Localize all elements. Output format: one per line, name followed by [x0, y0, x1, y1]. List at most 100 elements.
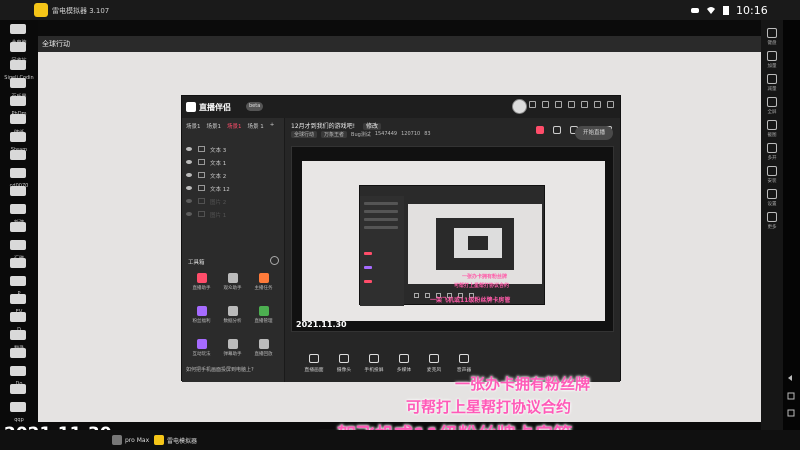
- nested-preview-3: [454, 228, 502, 258]
- source-item[interactable]: 文本 12: [186, 183, 281, 196]
- live-preview: 一张办卡拥有粉丝牌 可帮打上星帮打协议合约 一架飞机或11级粉丝牌卡房管 202…: [291, 146, 614, 332]
- taskbar-item[interactable]: pro Max: [112, 434, 149, 446]
- app-window-title: 全球行动: [42, 40, 70, 48]
- source-name: 图片 1: [210, 213, 227, 219]
- nested-left-panel: [360, 196, 404, 306]
- nested-window-3: [468, 236, 488, 250]
- clock: 10:16: [736, 3, 768, 17]
- desktop-file-icon: [10, 348, 26, 358]
- sidebar-item-multi-instance[interactable]: 多开: [761, 141, 783, 165]
- source-item[interactable]: 文本 3: [186, 144, 281, 157]
- minimize-icon[interactable]: [581, 101, 588, 108]
- menu-icon[interactable]: [568, 101, 575, 108]
- task-icon: [259, 273, 269, 283]
- desktop-file-icon: [10, 114, 26, 124]
- close-icon[interactable]: [607, 101, 614, 108]
- tool-item[interactable]: 直播管理: [248, 304, 279, 330]
- live-companion-window: 直播伴侣 beta 场景1 场景1 场景1 场景 1 + 文本 3 文本 1 文本 2 文本 …: [181, 95, 621, 382]
- collapse-icon[interactable]: [270, 256, 279, 265]
- source-item[interactable]: 文本 2: [186, 170, 281, 183]
- live-companion-logo: 直播伴侣: [186, 100, 231, 114]
- tool-item[interactable]: 弹幕助手: [217, 337, 248, 363]
- tab-scene[interactable]: 场景 1: [248, 122, 264, 130]
- tool-label: 直播回放: [254, 352, 273, 357]
- sidebar-item-screenshot[interactable]: 截图: [761, 118, 783, 142]
- sidebar-item-apk-install[interactable]: 安装: [761, 164, 783, 188]
- text-source-icon: [198, 211, 205, 217]
- keyboard-icon: [767, 28, 777, 38]
- room-tag: 120710: [401, 131, 421, 137]
- eye-icon[interactable]: [186, 199, 192, 203]
- sidebar-item-more[interactable]: 更多: [761, 210, 783, 234]
- emulator-sidebar: 键盘 加量 减量全屏截图 多开 安装 设置 更多: [761, 20, 783, 430]
- eye-icon[interactable]: [186, 186, 192, 190]
- desktop-file-icon: [10, 402, 26, 412]
- tool-item[interactable]: 粉丝福利: [186, 304, 217, 330]
- replay-icon: [259, 339, 269, 349]
- tool-item[interactable]: 直播助手: [186, 271, 217, 297]
- desktop-icon-strip: 此电脑回收站Sigeli Codin百乐界PhDm壁纸Steamcd0070新建…: [0, 20, 38, 425]
- room-tags: 全球行动 万象王者 Bug测试 1547449 120710 83: [291, 131, 431, 138]
- eye-icon[interactable]: [186, 147, 192, 151]
- nested-overlay-line3: 一架飞机或11级粉丝牌卡房管: [430, 297, 511, 304]
- more-icon: [767, 212, 777, 222]
- sidebar-item-settings[interactable]: 设置: [761, 187, 783, 211]
- message-icon[interactable]: [529, 101, 536, 108]
- nested-date-text: 2021.11.30: [296, 320, 347, 329]
- source-item[interactable]: 文本 1: [186, 157, 281, 170]
- status-area: 10:16: [690, 3, 768, 17]
- app-icon: [112, 435, 122, 445]
- volume-down-icon: [767, 74, 777, 84]
- capture-left-panel: 场景1 场景1 场景1 场景 1 + 文本 3 文本 1 文本 2 文本 12 图片 2 图片 1…: [182, 118, 285, 382]
- sidebar-item-volume-down[interactable]: 减量: [761, 72, 783, 96]
- eye-icon[interactable]: [186, 160, 192, 164]
- sidebar-item-fullscreen[interactable]: 全屏: [761, 95, 783, 119]
- help-link[interactable]: 如何把手机画面投屏到电脑上?: [186, 366, 254, 373]
- gift-icon[interactable]: [542, 101, 549, 108]
- sidebar-item-volume-up[interactable]: 加量: [761, 49, 783, 73]
- desktop-file-icon: [10, 132, 26, 142]
- taskbar-item[interactable]: 雷电模拟器: [154, 434, 197, 446]
- camera-icon: [339, 354, 349, 363]
- eye-icon[interactable]: [186, 212, 192, 216]
- tool-item[interactable]: 主播任务: [248, 271, 279, 297]
- tool-item[interactable]: 互动玩法: [186, 337, 217, 363]
- toolbox-grid: 直播助手 观众助手 主播任务粉丝福利 数据分析 直播管理互动玩法 弹幕助手 直播回放: [186, 271, 281, 363]
- eye-icon[interactable]: [186, 173, 192, 177]
- tool-item[interactable]: 数据分析: [217, 304, 248, 330]
- battery-icon: [723, 6, 729, 15]
- source-item[interactable]: 图片 1: [186, 209, 281, 222]
- add-scene-icon[interactable]: +: [270, 122, 275, 130]
- text-source-icon: [198, 159, 205, 165]
- tool-item[interactable]: 观众助手: [217, 271, 248, 297]
- tool-item[interactable]: 直播回放: [248, 337, 279, 363]
- speaker-icon: [459, 354, 469, 363]
- start-live-button[interactable]: 开始直播: [575, 126, 613, 140]
- sidebar-item-label: 全屏: [767, 110, 777, 115]
- live-logo-icon: [186, 102, 196, 112]
- room-title: 12月才到我们的游戏吧! 修改: [291, 121, 381, 130]
- gamepad-icon: [691, 8, 699, 13]
- source-item[interactable]: 图片 2: [186, 196, 281, 209]
- edit-room-button[interactable]: 修改: [362, 123, 381, 130]
- toolbox-label: 工具箱: [188, 260, 205, 266]
- record-icon[interactable]: [536, 126, 544, 134]
- screen-icon: [309, 354, 319, 363]
- bottom-bar-label: 音声器: [456, 368, 472, 373]
- room-tag: Bug测试: [351, 132, 371, 138]
- maximize-icon[interactable]: [594, 101, 601, 108]
- tab-scene[interactable]: 场景1: [186, 122, 201, 130]
- text-source-icon: [198, 185, 205, 191]
- lock-icon[interactable]: [553, 126, 561, 134]
- tab-scene[interactable]: 场景1: [227, 122, 242, 130]
- shirt-icon[interactable]: [555, 101, 562, 108]
- desktop-file-icon: [10, 222, 26, 232]
- tab-scene[interactable]: 场景1: [207, 122, 222, 130]
- sidebar-item-keyboard[interactable]: 键盘: [761, 26, 783, 50]
- desktop-file-icon: [10, 204, 26, 214]
- avatar[interactable]: [512, 99, 527, 114]
- assistant-icon: [197, 273, 207, 283]
- desktop-file-icon: [10, 258, 26, 268]
- desktop-file-icon: [10, 312, 26, 322]
- source-name: 文本 1: [210, 161, 227, 167]
